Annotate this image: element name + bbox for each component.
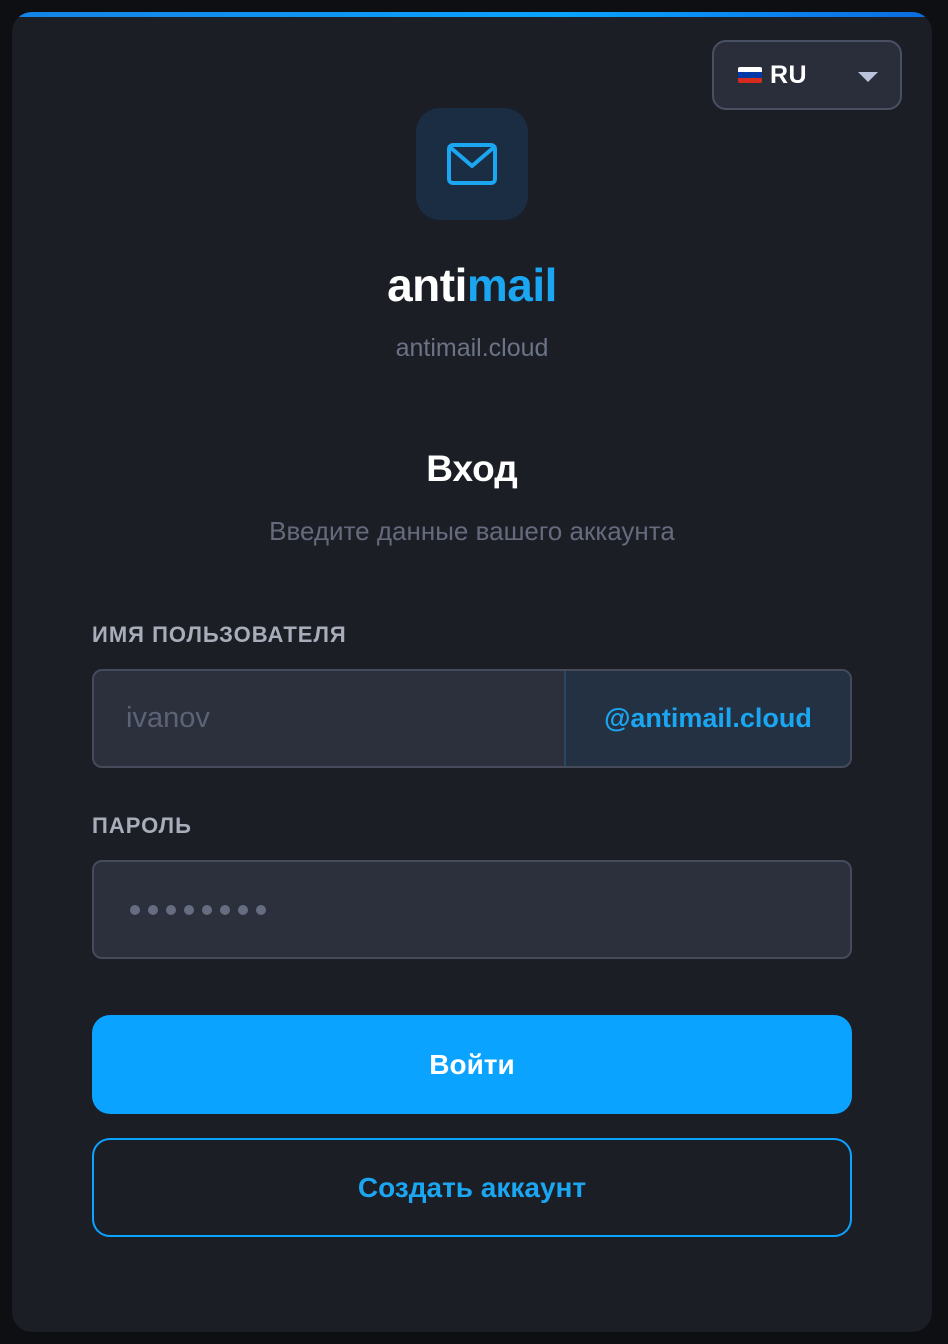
brand-name-part2: mail <box>466 259 558 311</box>
mail-envelope-icon <box>447 143 497 185</box>
password-field[interactable] <box>92 860 852 959</box>
logo <box>416 108 528 220</box>
top-accent-bar <box>12 12 932 17</box>
login-card: RU antimail antimail.cloud Вход Введите … <box>12 12 932 1332</box>
password-label: ПАРОЛЬ <box>92 813 192 838</box>
username-field: ivanov @antimail.cloud <box>92 669 852 768</box>
chevron-down-icon <box>858 72 878 82</box>
username-input[interactable]: ivanov <box>94 671 564 766</box>
russia-flag-icon <box>738 67 762 83</box>
password-placeholder-dots <box>94 862 266 957</box>
page-title: Вход <box>426 448 518 489</box>
language-code: RU <box>770 60 808 89</box>
page-subtitle: Введите данные вашего аккаунта <box>269 516 675 546</box>
username-label: ИМЯ ПОЛЬЗОВАТЕЛЯ <box>92 622 347 647</box>
brand-name: antimail <box>12 258 932 312</box>
login-button[interactable]: Войти <box>92 1015 852 1114</box>
brand-name-part1: anti <box>387 259 467 311</box>
brand-domain: antimail.cloud <box>395 334 549 362</box>
create-account-button[interactable]: Создать аккаунт <box>92 1138 852 1237</box>
language-select[interactable]: RU <box>712 40 902 110</box>
domain-suffix: @antimail.cloud <box>564 671 850 766</box>
